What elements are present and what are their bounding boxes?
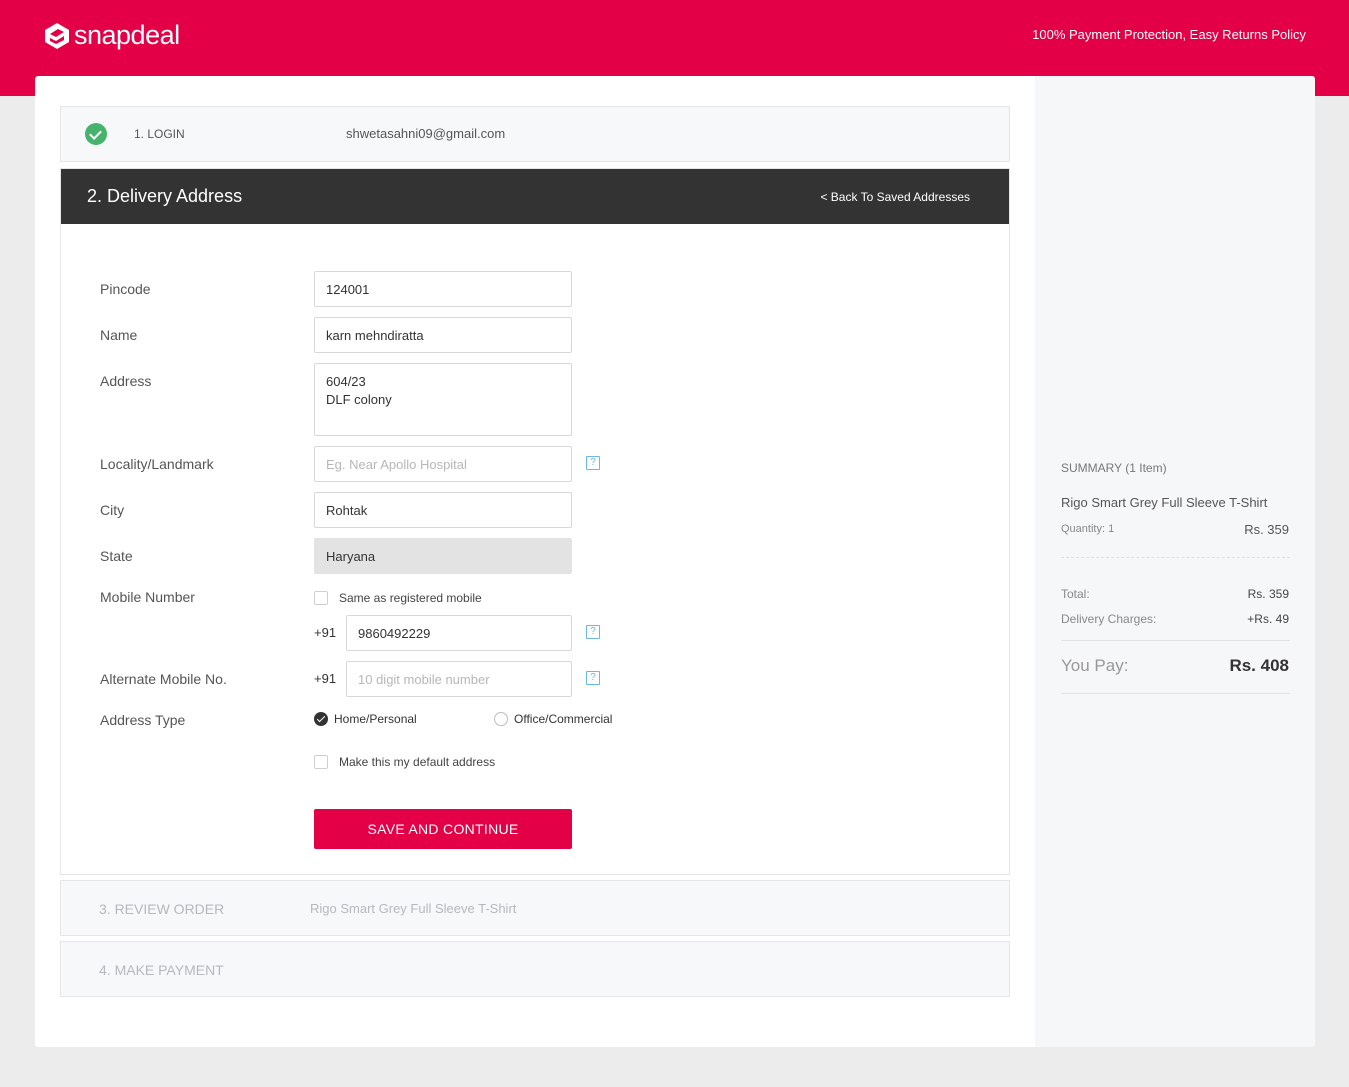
city-label: City: [100, 502, 125, 518]
mobile-prefix: +91: [314, 625, 337, 640]
pincode-label: Pincode: [100, 281, 151, 297]
address-header: 2. Delivery Address < Back To Saved Addr…: [61, 169, 1009, 224]
address-title: 2. Delivery Address: [87, 186, 243, 206]
check-icon: [85, 123, 107, 145]
step-review-order: 3. REVIEW ORDER Rigo Smart Grey Full Sle…: [60, 880, 1010, 936]
alt-mobile-label: Alternate Mobile No.: [100, 671, 227, 687]
step-review-info: Rigo Smart Grey Full Sleeve T-Shirt: [310, 901, 517, 916]
save-and-continue-button[interactable]: SAVE AND CONTINUE: [314, 809, 572, 849]
snapdeal-logo[interactable]: snapdeal: [44, 20, 180, 51]
summary-divider: [1061, 693, 1290, 694]
step-review-title: 3. REVIEW ORDER: [99, 901, 225, 917]
same-as-registered-checkbox[interactable]: [314, 591, 328, 605]
step-make-payment: 4. MAKE PAYMENT: [60, 941, 1010, 997]
address-type-label: Address Type: [100, 712, 186, 728]
summary-title: SUMMARY (1 Item): [1061, 461, 1167, 475]
step-payment-title: 4. MAKE PAYMENT: [99, 962, 224, 978]
locality-help-icon[interactable]: ?: [586, 456, 600, 470]
summary-total-value: Rs. 359: [1247, 587, 1289, 601]
mobile-label: Mobile Number: [100, 589, 195, 605]
header-tagline: 100% Payment Protection, Easy Returns Po…: [1032, 27, 1306, 42]
you-pay-label: You Pay:: [1061, 656, 1129, 675]
summary-divider: [1061, 640, 1290, 641]
city-input[interactable]: Rohtak: [314, 492, 572, 528]
address-textarea[interactable]: 604/23 DLF colony: [314, 363, 572, 436]
state-input: Haryana: [314, 538, 572, 574]
same-as-registered-label[interactable]: Same as registered mobile: [339, 591, 482, 605]
state-label: State: [100, 548, 133, 564]
mobile-help-icon[interactable]: ?: [586, 625, 600, 639]
mobile-input[interactable]: 9860492229: [346, 615, 572, 651]
summary-item-price: Rs. 359: [1244, 522, 1289, 537]
brand-name: snapdeal: [74, 20, 180, 50]
locality-label: Locality/Landmark: [100, 456, 214, 472]
name-input[interactable]: karn mehndiratta: [314, 317, 572, 353]
summary-delivery-value: +Rs. 49: [1247, 612, 1289, 626]
summary-quantity: Quantity: 1: [1061, 523, 1115, 535]
alt-mobile-help-icon[interactable]: ?: [586, 671, 600, 685]
default-address-checkbox[interactable]: [314, 755, 328, 769]
locality-input[interactable]: Eg. Near Apollo Hospital: [314, 446, 572, 482]
address-line-2: DLF colony: [326, 392, 392, 407]
home-radio[interactable]: [314, 712, 328, 726]
login-email: shwetasahni09@gmail.com: [346, 126, 506, 141]
name-label: Name: [100, 327, 138, 343]
you-pay-value: Rs. 408: [1229, 656, 1289, 675]
summary-item-name: Rigo Smart Grey Full Sleeve T-Shirt: [1061, 495, 1268, 510]
back-to-saved-addresses-link[interactable]: < Back To Saved Addresses: [820, 190, 970, 204]
step-login[interactable]: 1. LOGIN shwetasahni09@gmail.com: [60, 106, 1010, 162]
alt-mobile-input[interactable]: 10 digit mobile number: [346, 661, 572, 697]
address-label: Address: [100, 373, 152, 389]
summary-delivery-label: Delivery Charges:: [1061, 612, 1157, 626]
summary-divider: [1061, 557, 1290, 558]
step-login-title: 1. LOGIN: [134, 127, 185, 141]
summary-pane: [1035, 76, 1315, 1047]
summary-total-label: Total:: [1061, 587, 1090, 601]
office-radio-label[interactable]: Office/Commercial: [514, 712, 612, 726]
home-radio-label[interactable]: Home/Personal: [334, 712, 417, 726]
pincode-input[interactable]: 124001: [314, 271, 572, 307]
office-radio[interactable]: [494, 712, 508, 726]
address-line-1: 604/23: [326, 374, 366, 389]
alt-mobile-prefix: +91: [314, 671, 337, 686]
snapdeal-logo-icon: [45, 22, 69, 49]
default-address-label[interactable]: Make this my default address: [339, 755, 495, 769]
